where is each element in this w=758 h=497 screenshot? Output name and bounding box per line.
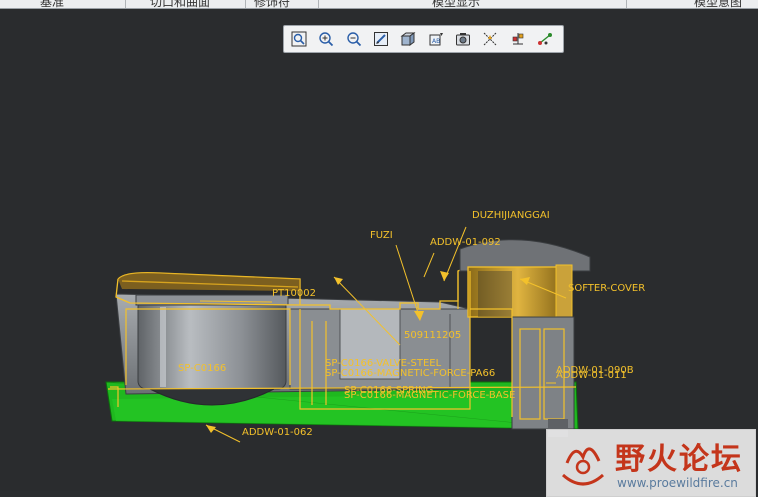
spin-center-icon[interactable] xyxy=(505,27,529,51)
model-label[interactable]: ADDW-01-090B xyxy=(556,365,634,376)
ribbon-group-model-intent[interactable]: 模型意图 xyxy=(694,0,742,8)
model-label[interactable]: SP-C0166-VALVE-STEEL xyxy=(325,358,441,369)
view-manager-icon[interactable] xyxy=(451,27,475,51)
model-label[interactable]: SOFTER-COVER xyxy=(568,283,645,294)
ribbon-group-modifiers[interactable]: 修饰符 xyxy=(254,0,290,8)
repaint-icon[interactable] xyxy=(369,27,393,51)
ribbon-group-datum[interactable]: 基准 xyxy=(40,0,64,8)
model-label[interactable]: SP-C0166-MAGNETIC-FORCE-BASE xyxy=(344,390,515,401)
graphics-viewport[interactable]: AB DUZHIJIANGGAI FUZI ADDW-01-092 SOFTER… xyxy=(0,9,758,497)
display-style-icon[interactable] xyxy=(396,27,420,51)
saved-views-icon[interactable]: AB xyxy=(423,27,447,51)
ribbon-separator xyxy=(626,0,627,8)
view-toolbar: AB xyxy=(283,25,564,53)
watermark-url: www.proewildfire.cn xyxy=(617,476,738,490)
wildfire-logo-icon xyxy=(561,447,605,486)
ribbon-group-strip: 基准 切口和曲面 修饰符 模型显示 模型意图 xyxy=(0,0,758,9)
model-label[interactable]: 509111205 xyxy=(404,330,461,341)
model-label[interactable]: DUZHIJIANGGAI xyxy=(472,210,550,221)
ribbon-group-model-display[interactable]: 模型显示 xyxy=(432,0,480,8)
watermark-title: 野火论坛 xyxy=(615,442,743,477)
ribbon-separator xyxy=(125,0,126,8)
annotation-display-icon[interactable] xyxy=(533,27,557,51)
model-label[interactable]: SP-C0166-MAGNETIC-FORCE-PA66 xyxy=(325,368,495,379)
forum-watermark: 野火论坛 www.proewildfire.cn xyxy=(546,429,756,497)
model-cross-section[interactable] xyxy=(0,9,758,491)
datum-display-icon[interactable] xyxy=(478,27,502,51)
model-label[interactable]: FUZI xyxy=(370,230,393,241)
ribbon-separator xyxy=(245,0,246,8)
model-label[interactable]: PT10002 xyxy=(272,288,316,299)
ribbon-separator xyxy=(318,0,319,8)
svg-text:AB: AB xyxy=(432,38,440,45)
ribbon-group-cuts-surfaces[interactable]: 切口和曲面 xyxy=(150,0,210,8)
model-label[interactable]: ADDW-01-092 xyxy=(430,237,501,248)
refit-icon[interactable] xyxy=(287,27,311,51)
zoom-out-icon[interactable] xyxy=(342,27,366,51)
model-label[interactable]: ADDW-01-062 xyxy=(242,427,313,438)
model-label[interactable]: SP-C0166 xyxy=(178,363,226,374)
zoom-in-icon[interactable] xyxy=(314,27,338,51)
